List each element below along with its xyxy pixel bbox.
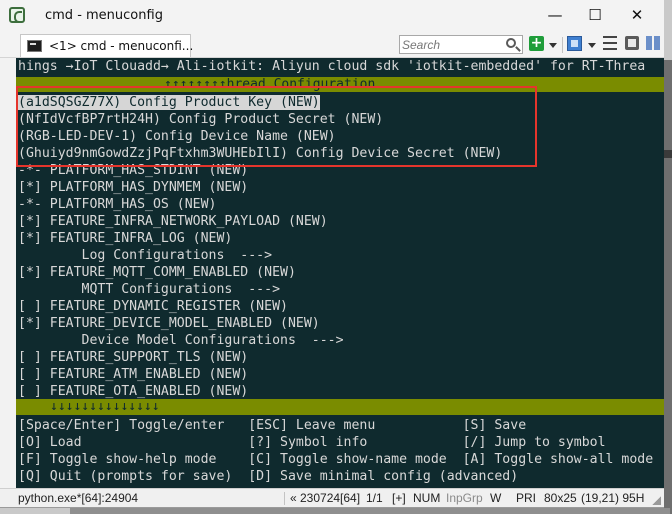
- background-window-edge: [664, 60, 672, 514]
- chevron-down-icon[interactable]: [588, 43, 596, 48]
- status-numlock: NUM: [413, 491, 441, 505]
- help-line: [F] Toggle show-help mode [C] Toggle sho…: [18, 452, 654, 467]
- config-item-product-secret[interactable]: (NfIdVcfBP7rtH24H) Config Product Secret…: [18, 111, 383, 128]
- console-area[interactable]: hings →IoT Clouadd→ Ali-iotkit: Aliyun c…: [16, 58, 672, 488]
- help-line: [O] Load [?] Symbol info [/] Jump to sym…: [18, 435, 606, 450]
- conemu-app-icon: [9, 7, 25, 23]
- menu-bottom-bar: ↓↓↓↓↓↓↓↓↓↓↓↓↓↓: [16, 399, 664, 415]
- tab-label: <1> cmd - menuconfi...: [49, 39, 194, 53]
- tiles-icon[interactable]: [646, 36, 660, 50]
- toolbar-divider: [562, 37, 563, 53]
- search-icon[interactable]: [506, 38, 516, 48]
- submenu-mqtt-configurations[interactable]: MQTT Configurations --->: [18, 281, 281, 298]
- toolbar: <1> cmd - menuconfi... +: [0, 31, 664, 58]
- config-item-support-tls[interactable]: [ ] FEATURE_SUPPORT_TLS (NEW): [18, 349, 248, 366]
- status-insert-mode[interactable]: [+]: [392, 491, 406, 505]
- status-page: 1/1: [366, 491, 383, 505]
- status-priority: PRI: [516, 491, 537, 505]
- chevron-down-icon[interactable]: [549, 43, 557, 48]
- submenu-log-configurations[interactable]: Log Configurations --->: [18, 247, 273, 264]
- status-w: W: [490, 491, 502, 505]
- menu-breadcrumb: hings →IoT Clouadd→ Ali-iotkit: Aliyun c…: [18, 59, 646, 74]
- config-item-product-key[interactable]: (a1dSQSGZ77X) Config Product Key (NEW): [18, 95, 320, 110]
- minimize-button[interactable]: —: [540, 4, 570, 26]
- config-item-mqtt-comm-enabled[interactable]: [*] FEATURE_MQTT_COMM_ENABLED (NEW): [18, 264, 296, 281]
- help-line: [Space/Enter] Toggle/enter [ESC] Leave m…: [18, 418, 527, 433]
- window-title: cmd - menuconfig: [45, 8, 163, 23]
- menu-title-bar: ↑↑↑↑↑↑↑↑hread Configuration: [16, 77, 664, 92]
- conemu-window: cmd - menuconfig — ☐ ✕ <1> cmd - menucon…: [0, 0, 672, 508]
- status-cursor-position: (19,21) 95H: [581, 491, 645, 505]
- config-item-device-model-enabled[interactable]: [*] FEATURE_DEVICE_MODEL_ENABLED (NEW): [18, 315, 320, 332]
- maximize-button[interactable]: ☐: [580, 4, 610, 26]
- console-tab[interactable]: <1> cmd - menuconfi...: [20, 34, 194, 57]
- config-item-atm-enabled[interactable]: [ ] FEATURE_ATM_ENABLED (NEW): [18, 366, 248, 383]
- status-console-size: 80x25: [544, 491, 577, 505]
- menu-title: ↑↑↑↑↑↑↑↑hread Configuration: [164, 77, 376, 92]
- search-box[interactable]: [399, 35, 523, 54]
- config-item-device-name[interactable]: (RGB-LED-DEV-1) Config Device Name (NEW): [18, 128, 336, 145]
- console-icon: [27, 40, 42, 52]
- config-item-dynamic-register[interactable]: [ ] FEATURE_DYNAMIC_REGISTER (NEW): [18, 298, 288, 315]
- scrollbar-thumb[interactable]: [664, 150, 672, 158]
- close-button[interactable]: ✕: [622, 4, 652, 26]
- config-item-infra-log[interactable]: [*] FEATURE_INFRA_LOG (NEW): [18, 230, 232, 247]
- lock-icon[interactable]: [625, 36, 639, 50]
- new-console-icon[interactable]: +: [529, 36, 544, 51]
- status-divider: [284, 492, 285, 505]
- help-line: [Q] Quit (prompts for save) [D] Save min…: [18, 469, 519, 484]
- resize-grip-icon[interactable]: [652, 496, 661, 505]
- config-item-platform-has-stdint[interactable]: -*- PLATFORM_HAS_STDINT (NEW): [18, 162, 248, 179]
- status-bar: python.exe*[64]:24904 « 230724[64] 1/1 […: [0, 488, 664, 507]
- config-item-platform-has-dynmem[interactable]: [*] PLATFORM_HAS_DYNMEM (NEW): [18, 179, 248, 196]
- config-item-ota-enabled[interactable]: [ ] FEATURE_OTA_ENABLED (NEW): [18, 383, 248, 400]
- config-item-platform-has-os[interactable]: -*- PLATFORM_HAS_OS (NEW): [18, 196, 217, 213]
- split-panes-icon[interactable]: [567, 36, 582, 51]
- title-bar[interactable]: cmd - menuconfig — ☐ ✕: [0, 0, 664, 31]
- config-item-infra-network-payload[interactable]: [*] FEATURE_INFRA_NETWORK_PAYLOAD (NEW): [18, 213, 328, 230]
- config-item-device-secret[interactable]: (Ghuiyd9nmGowdZzjPqFtxhm3WUHEbIlI) Confi…: [18, 145, 502, 162]
- scroll-down-indicator: ↓↓↓↓↓↓↓↓↓↓↓↓↓↓: [50, 399, 160, 414]
- status-input-group: InpGrp: [446, 491, 483, 505]
- status-process[interactable]: python.exe*[64]:24904: [18, 491, 138, 505]
- background-window-bottom: [70, 508, 670, 514]
- search-input[interactable]: [402, 37, 502, 52]
- status-position: « 230724[64]: [290, 491, 361, 505]
- menu-icon[interactable]: [603, 36, 617, 50]
- submenu-device-model-configurations[interactable]: Device Model Configurations --->: [18, 332, 344, 349]
